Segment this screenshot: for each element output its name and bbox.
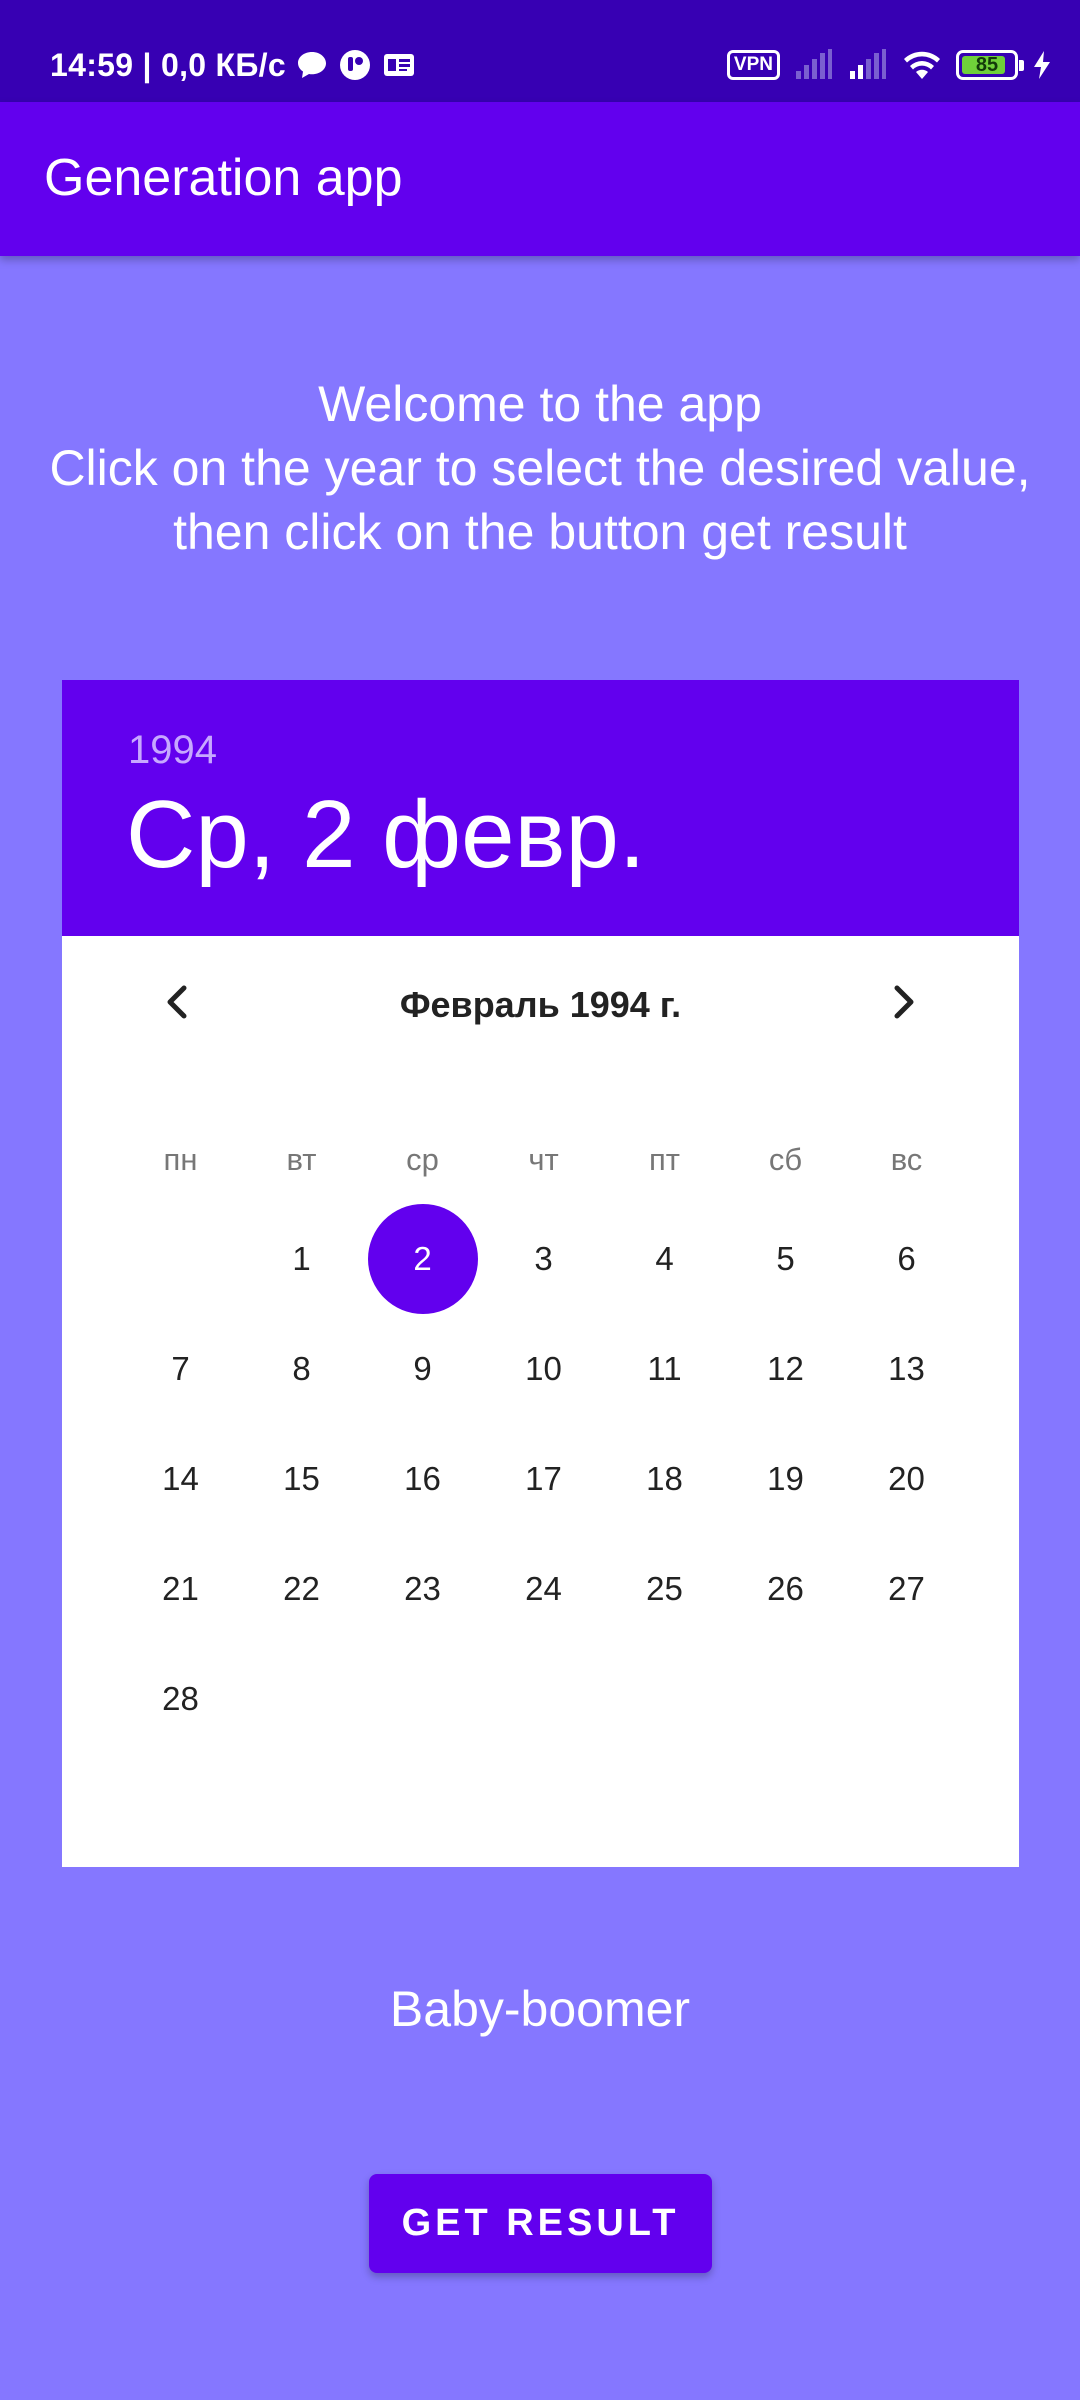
- day-cell-empty: [120, 1204, 241, 1314]
- day-cell[interactable]: 4: [604, 1204, 725, 1314]
- weekday-label: чт: [528, 1142, 559, 1177]
- year-selector[interactable]: 1994: [128, 728, 217, 773]
- day-number: 17: [525, 1460, 562, 1497]
- day-number: 25: [646, 1570, 683, 1607]
- day-grid: 1 2 3 4 5 6 7 8 9 10 11 12 13 14 15 16 17 18 19 20 21 22 23 24 2…: [120, 1204, 967, 1754]
- day-cell[interactable]: 13: [846, 1314, 967, 1424]
- month-navigation: Февраль 1994 г.: [62, 936, 1019, 1066]
- day-number: 26: [767, 1570, 804, 1607]
- weekday-header: пн вт ср чт пт сб вс: [120, 1130, 967, 1190]
- get-result-button[interactable]: GET RESULT: [369, 2174, 712, 2273]
- welcome-line-1: Welcome to the app: [318, 376, 762, 432]
- card-icon: [382, 51, 416, 79]
- day-cell-selected[interactable]: 2: [362, 1204, 483, 1314]
- day-cell[interactable]: 7: [120, 1314, 241, 1424]
- day-cell[interactable]: 24: [483, 1534, 604, 1644]
- status-left: 14:59 | 0,0 КБ/с: [50, 40, 416, 90]
- day-cell[interactable]: 9: [362, 1314, 483, 1424]
- day-cell[interactable]: 11: [604, 1314, 725, 1424]
- day-cell[interactable]: 19: [725, 1424, 846, 1534]
- day-number: 12: [767, 1350, 804, 1387]
- day-number: 3: [534, 1240, 553, 1277]
- result-text: Baby-boomer: [389, 1981, 691, 2037]
- weekday-label: ср: [406, 1142, 439, 1177]
- day-number: 2: [367, 1204, 478, 1314]
- day-number: 24: [525, 1570, 562, 1607]
- wifi-icon: [902, 49, 942, 81]
- battery-cap: [1019, 60, 1024, 71]
- weekday-label: пт: [649, 1142, 680, 1177]
- next-month-button[interactable]: [867, 966, 939, 1038]
- day-cell[interactable]: 21: [120, 1534, 241, 1644]
- day-number: 7: [171, 1350, 190, 1387]
- app-notification-icon: [338, 48, 372, 82]
- day-number: 19: [767, 1460, 804, 1497]
- day-cell[interactable]: 27: [846, 1534, 967, 1644]
- day-number: 20: [888, 1460, 925, 1497]
- day-cell[interactable]: 26: [725, 1534, 846, 1644]
- day-cell[interactable]: 16: [362, 1424, 483, 1534]
- day-number: 23: [404, 1570, 441, 1607]
- status-bar: 14:59 | 0,0 КБ/с VPN 85: [0, 0, 1080, 102]
- day-cell[interactable]: 5: [725, 1204, 846, 1314]
- day-cell[interactable]: 15: [241, 1424, 362, 1534]
- day-cell[interactable]: 3: [483, 1204, 604, 1314]
- day-number: 16: [404, 1460, 441, 1497]
- day-cell[interactable]: 12: [725, 1314, 846, 1424]
- day-number: 5: [776, 1240, 795, 1277]
- day-number: 22: [283, 1570, 320, 1607]
- day-number: 1: [292, 1240, 311, 1277]
- weekday-label: вс: [890, 1142, 923, 1177]
- day-number: 14: [162, 1460, 199, 1497]
- status-time: 14:59 | 0,0 КБ/с: [50, 46, 286, 83]
- signal-empty-icon: [794, 49, 834, 81]
- date-picker: 1994 Ср, 2 февр. Февраль 1994 г. пн вт ср ч…: [62, 680, 1019, 1867]
- day-number: 15: [283, 1460, 320, 1497]
- day-number: 6: [897, 1240, 916, 1277]
- status-right: VPN 85: [726, 40, 1052, 90]
- day-number: 28: [162, 1680, 199, 1717]
- day-number: 21: [162, 1570, 199, 1607]
- day-number: 11: [647, 1350, 682, 1387]
- day-cell[interactable]: 17: [483, 1424, 604, 1534]
- battery-icon: 85: [956, 50, 1024, 80]
- welcome-text: Welcome to the app Click on the year to …: [0, 372, 1080, 564]
- weekday-label: сб: [768, 1142, 803, 1177]
- day-number: 4: [655, 1240, 674, 1277]
- day-number: 8: [292, 1350, 311, 1387]
- date-picker-header: 1994 Ср, 2 февр.: [62, 680, 1019, 936]
- day-cell[interactable]: 8: [241, 1314, 362, 1424]
- signal-icon: [848, 49, 888, 81]
- day-number: 13: [888, 1350, 925, 1387]
- welcome-line-3: then click on the button get result: [173, 504, 907, 560]
- selected-date-label: Ср, 2 февр.: [126, 781, 646, 888]
- app-title: Generation app: [44, 149, 403, 207]
- welcome-line-2: Click on the year to select the desired …: [49, 440, 1031, 496]
- day-cell[interactable]: 25: [604, 1534, 725, 1644]
- day-cell[interactable]: 20: [846, 1424, 967, 1534]
- day-cell[interactable]: 23: [362, 1534, 483, 1644]
- day-cell[interactable]: 1: [241, 1204, 362, 1314]
- weekday-label: вт: [286, 1142, 317, 1177]
- day-number: 27: [888, 1570, 925, 1607]
- app-bar: Generation app: [0, 102, 1080, 256]
- battery-level: 85: [975, 53, 999, 76]
- day-cell[interactable]: 18: [604, 1424, 725, 1534]
- chat-bubble-icon: [296, 50, 328, 80]
- day-cell[interactable]: 22: [241, 1534, 362, 1644]
- day-cell[interactable]: 6: [846, 1204, 967, 1314]
- day-number: 18: [646, 1460, 683, 1497]
- chevron-right-icon: [894, 985, 914, 1019]
- vpn-icon: VPN: [726, 50, 780, 80]
- day-cell[interactable]: 28: [120, 1644, 241, 1754]
- day-cell[interactable]: 14: [120, 1424, 241, 1534]
- day-number: 10: [525, 1350, 562, 1387]
- weekday-label: пн: [163, 1142, 198, 1177]
- day-number: 9: [413, 1350, 432, 1387]
- day-cell[interactable]: 10: [483, 1314, 604, 1424]
- charging-bolt-icon: [1032, 50, 1052, 80]
